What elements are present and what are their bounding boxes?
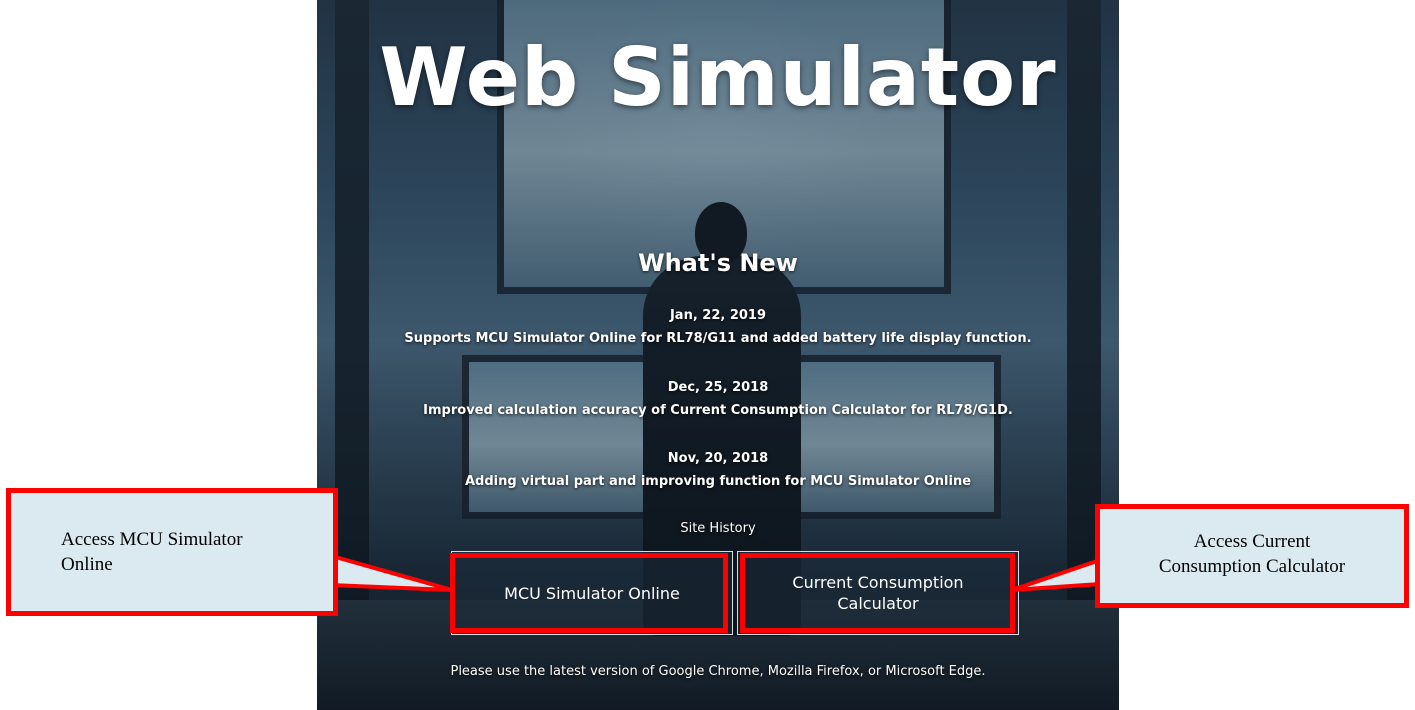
- news-date: Jan, 22, 2019: [669, 308, 767, 323]
- news-text[interactable]: Adding virtual part and improving functi…: [317, 470, 1119, 493]
- callout-mcu-line1: Access MCU Simulator: [61, 529, 243, 550]
- news-item: Nov, 20, 2018 Adding virtual part and im…: [317, 447, 1119, 493]
- news-date: Dec, 25, 2018: [667, 380, 769, 395]
- callout-ccc-line1: Access Current: [1193, 531, 1311, 552]
- news-date: Nov, 20, 2018: [667, 451, 769, 466]
- callout-current-consumption: Access Current Consumption Calculator: [1095, 504, 1409, 608]
- whats-new-heading: What's New: [638, 249, 798, 277]
- callout-mcu-text: Access MCU Simulator Online: [61, 527, 321, 577]
- callout-ccc-text: Access Current Consumption Calculator: [1100, 529, 1404, 579]
- site-history-link[interactable]: Site History: [317, 521, 1119, 536]
- ccc-button-highlight: [740, 553, 1015, 633]
- callout-ccc-line2: Consumption Calculator: [1158, 556, 1346, 577]
- mcu-button-highlight: [450, 553, 728, 633]
- browser-support-note: Please use the latest version of Google …: [450, 664, 986, 679]
- callout-mcu-line2: Online: [61, 554, 113, 575]
- callout-mcu-simulator: Access MCU Simulator Online: [6, 488, 338, 616]
- news-text[interactable]: Improved calculation accuracy of Current…: [317, 399, 1119, 422]
- news-item: Dec, 25, 2018 Improved calculation accur…: [317, 376, 1119, 422]
- news-item: Jan, 22, 2019 Supports MCU Simulator Onl…: [317, 304, 1119, 350]
- page-title: Web Simulator: [379, 31, 1057, 124]
- news-text[interactable]: Supports MCU Simulator Online for RL78/G…: [317, 327, 1119, 350]
